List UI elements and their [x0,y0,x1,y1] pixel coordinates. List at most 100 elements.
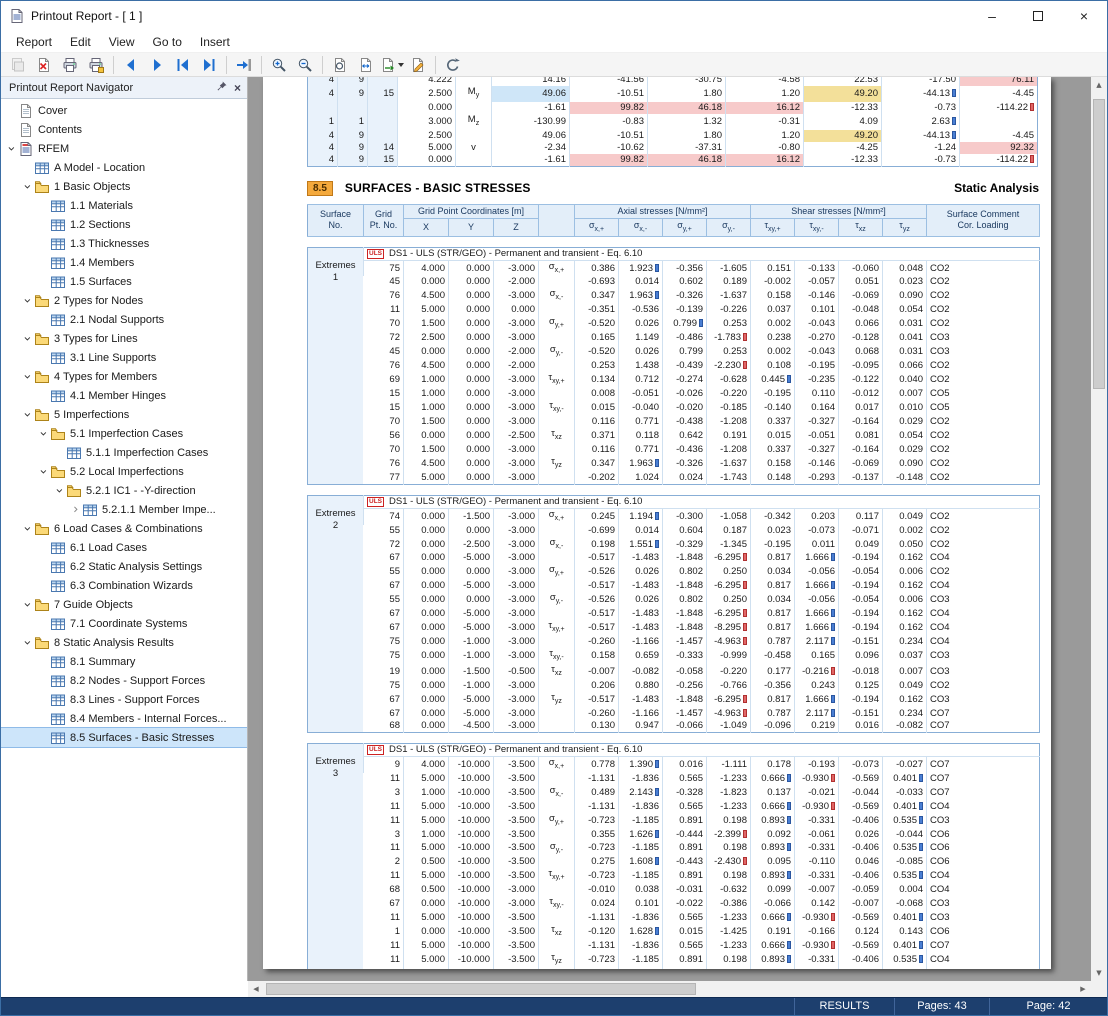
tree-item-4-1-member-hinges[interactable]: 4.1 Member Hinges [1,386,247,405]
chevron-down-icon[interactable] [21,182,34,192]
menubar: ReportEditViewGo toInsert [1,31,1107,53]
col-header-x: σx,+ [575,218,619,236]
dropdown-caret-icon[interactable] [398,63,404,67]
close-navigator-icon[interactable]: × [234,81,241,95]
tree-item-label: 5.2.1 IC1 - -Y-direction [86,485,196,497]
print-button[interactable] [58,54,82,76]
pin-icon[interactable] [216,80,228,95]
chevron-down-icon[interactable] [21,524,34,534]
value-scale-blue-mark [787,375,791,383]
chevron-down-icon[interactable] [21,296,34,306]
tree-item-5-2-1-1-member-impe[interactable]: 5.2.1.1 Member Impe... [1,500,247,519]
tree-item-5-imperfections[interactable]: 5 Imperfections [1,405,247,424]
tree-item-7-1-coordinate-systems[interactable]: 7.1 Coordinate Systems [1,614,247,633]
tree-item-5-2-local-imperfections[interactable]: 5.2 Local Imperfections [1,462,247,481]
tree-item-2-types-for-nodes[interactable]: 2 Types for Nodes [1,291,247,310]
zoom-out-button[interactable] [293,54,317,76]
value-scale-red-mark [831,913,835,921]
scroll-up-icon[interactable]: ▲ [1091,77,1107,93]
minimize-button[interactable]: – [969,1,1015,31]
value-scale-blue-mark [831,695,835,703]
print-batch-button[interactable] [84,54,108,76]
tree-item-3-1-line-supports[interactable]: 3.1 Line Supports [1,348,247,367]
tree-item-6-1-load-cases[interactable]: 6.1 Load Cases [1,538,247,557]
table-row: 49145.000v-2.34-10.62-37.31-0.80-4.25-1.… [308,142,1038,154]
maximize-button[interactable] [1015,1,1061,31]
fit-width-button[interactable] [354,54,378,76]
tree-item-a-model-location[interactable]: A Model - Location [1,158,247,177]
menu-view[interactable]: View [100,33,144,51]
col-header-grid-pt-no: GridPt. No. [364,204,404,236]
tree-item-4-types-for-members[interactable]: 4 Types for Members [1,367,247,386]
tree-item-5-2-1-ic1-y-direction[interactable]: 5.2.1 IC1 - -Y-direction [1,481,247,500]
close-button[interactable]: × [1061,1,1107,31]
tree-item-5-1-1-imperfection-cases[interactable]: 5.1.1 Imperfection Cases [1,443,247,462]
tree-item-3-types-for-lines[interactable]: 3 Types for Lines [1,329,247,348]
edit-mode-button[interactable] [406,54,430,76]
chevron-down-icon[interactable] [37,429,50,439]
zoom-in-button[interactable] [267,54,291,76]
scroll-down-icon[interactable]: ▼ [1091,965,1107,981]
chevron-down-icon[interactable] [5,144,18,154]
menu-insert[interactable]: Insert [191,33,239,51]
forward-button[interactable] [145,54,169,76]
chevron-down-icon[interactable] [21,600,34,610]
tree-item-8-3-lines-support-forces[interactable]: 8.3 Lines - Support Forces [1,690,247,709]
chevron-down-icon[interactable] [21,372,34,382]
extremes-group-2: ULSDS1 - ULS (STR/GEO) - Permanent and t… [307,495,1040,733]
horizontal-scroll-thumb[interactable] [266,983,696,995]
back-button[interactable] [119,54,143,76]
horizontal-scrollbar[interactable]: ◀ ▶ [248,981,1091,997]
chevron-down-icon[interactable] [53,486,66,496]
value-scale-blue-mark [787,871,791,879]
menu-go-to[interactable]: Go to [144,33,191,51]
menu-report[interactable]: Report [7,33,61,51]
tree-item-8-4-members-internal-forces[interactable]: 8.4 Members - Internal Forces... [1,709,247,728]
delete-report-button[interactable] [32,54,56,76]
print-preview-button[interactable] [6,54,30,76]
menu-edit[interactable]: Edit [61,33,100,51]
tree-item-1-2-sections[interactable]: 1.2 Sections [1,215,247,234]
tree-item-1-basic-objects[interactable]: 1 Basic Objects [1,177,247,196]
last-page-button[interactable] [197,54,221,76]
tree-item-1-3-thicknesses[interactable]: 1.3 Thicknesses [1,234,247,253]
tree-item-1-4-members[interactable]: 1.4 Members [1,253,247,272]
value-scale-blue-mark [655,512,659,520]
tree-item-8-2-nodes-support-forces[interactable]: 8.2 Nodes - Support Forces [1,671,247,690]
col-header-y: σy,- [707,218,751,236]
value-scale-blue-mark [655,459,659,467]
col-header-y: σy,+ [663,218,707,236]
tree-item-8-5-surfaces-basic-stresses[interactable]: 8.5 Surfaces - Basic Stresses [1,728,247,747]
tree-item-cover[interactable]: Cover [1,101,247,120]
chevron-down-icon[interactable] [21,334,34,344]
tree-item-contents[interactable]: Contents [1,120,247,139]
refresh-button[interactable] [441,54,465,76]
tree-item-8-static-analysis-results[interactable]: 8 Static Analysis Results [1,633,247,652]
tree-item-6-3-combination-wizards[interactable]: 6.3 Combination Wizards [1,576,247,595]
tree-item-rfem[interactable]: RFEM [1,139,247,158]
folder-icon [50,464,66,480]
tree-item-6-2-static-analysis-settings[interactable]: 6.2 Static Analysis Settings [1,557,247,576]
chevron-down-icon[interactable] [37,467,50,477]
tree-item-6-load-cases-combinations[interactable]: 6 Load Cases & Combinations [1,519,247,538]
fit-page-button[interactable] [328,54,352,76]
chevron-down-icon[interactable] [21,638,34,648]
tree-item-1-5-surfaces[interactable]: 1.5 Surfaces [1,272,247,291]
vertical-scrollbar[interactable]: ▲ ▼ [1091,77,1107,981]
goto-page-button[interactable] [232,54,256,76]
vertical-scroll-thumb[interactable] [1093,99,1105,389]
tree-item-label: 4.1 Member Hinges [70,390,166,402]
scroll-left-icon[interactable]: ◀ [248,981,264,997]
tree-item-5-1-imperfection-cases[interactable]: 5.1 Imperfection Cases [1,424,247,443]
scroll-right-icon[interactable]: ▶ [1075,981,1091,997]
chevron-right-icon[interactable] [69,505,82,515]
export-button[interactable] [380,54,404,76]
tree-item-8-1-summary[interactable]: 8.1 Summary [1,652,247,671]
tree-item-2-1-nodal-supports[interactable]: 2.1 Nodal Supports [1,310,247,329]
chevron-down-icon[interactable] [21,410,34,420]
toolbar-separator [261,56,262,74]
tree-item-1-1-materials[interactable]: 1.1 Materials [1,196,247,215]
first-page-button[interactable] [171,54,195,76]
window-title: Printout Report - [ 1 ] [31,9,142,23]
tree-item-7-guide-objects[interactable]: 7 Guide Objects [1,595,247,614]
